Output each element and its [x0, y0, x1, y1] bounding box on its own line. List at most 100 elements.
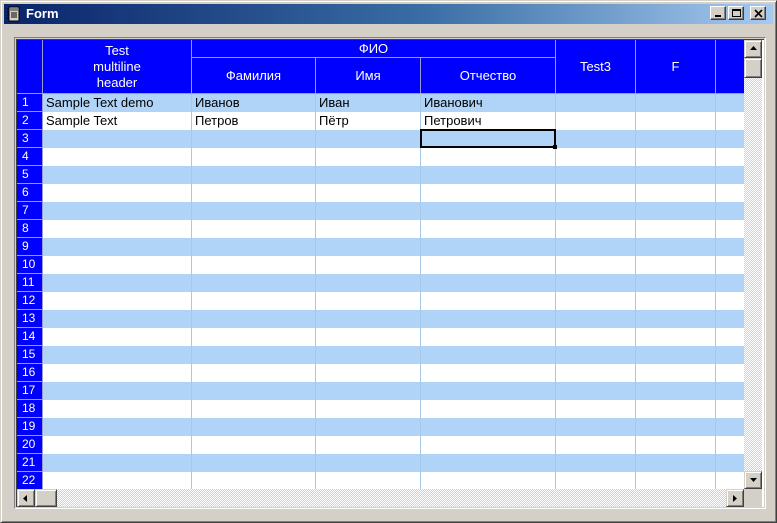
- table-cell[interactable]: [716, 184, 744, 202]
- table-cell[interactable]: Петрович: [421, 112, 556, 130]
- table-cell[interactable]: [316, 130, 421, 148]
- scroll-left-button[interactable]: [17, 489, 35, 507]
- table-cell[interactable]: [716, 274, 744, 292]
- table-cell[interactable]: [192, 454, 316, 472]
- table-cell[interactable]: Иван: [316, 94, 421, 112]
- table-cell[interactable]: [43, 472, 192, 489]
- row-number[interactable]: 21: [17, 454, 43, 472]
- table-cell[interactable]: [316, 184, 421, 202]
- table-cell[interactable]: [192, 130, 316, 148]
- table-cell[interactable]: [421, 454, 556, 472]
- table-cell[interactable]: [716, 310, 744, 328]
- header-imya[interactable]: Имя: [316, 58, 421, 94]
- table-cell[interactable]: [556, 274, 636, 292]
- horizontal-scrollbar[interactable]: [17, 489, 744, 507]
- table-cell[interactable]: [43, 202, 192, 220]
- table-cell[interactable]: [316, 418, 421, 436]
- table-cell[interactable]: [636, 238, 716, 256]
- table-cell[interactable]: [421, 220, 556, 238]
- table-cell[interactable]: [636, 94, 716, 112]
- header-familia[interactable]: Фамилия: [192, 58, 316, 94]
- table-cell[interactable]: [192, 472, 316, 489]
- table-cell[interactable]: [43, 292, 192, 310]
- table-cell[interactable]: [556, 202, 636, 220]
- header-group-fio[interactable]: ФИО: [192, 40, 556, 58]
- table-cell[interactable]: [192, 292, 316, 310]
- table-cell[interactable]: [43, 328, 192, 346]
- table-cell[interactable]: [716, 454, 744, 472]
- table-cell[interactable]: [556, 436, 636, 454]
- table-cell[interactable]: [636, 382, 716, 400]
- table-cell[interactable]: [43, 148, 192, 166]
- table-cell[interactable]: [316, 166, 421, 184]
- table-cell[interactable]: [421, 346, 556, 364]
- table-cell[interactable]: [636, 274, 716, 292]
- table-cell[interactable]: [556, 256, 636, 274]
- table-cell[interactable]: [556, 346, 636, 364]
- table-cell[interactable]: [556, 328, 636, 346]
- table-cell[interactable]: [316, 274, 421, 292]
- table-cell[interactable]: [556, 220, 636, 238]
- table-cell[interactable]: [421, 274, 556, 292]
- row-number[interactable]: 22: [17, 472, 43, 489]
- table-cell[interactable]: [421, 166, 556, 184]
- table-cell[interactable]: [421, 202, 556, 220]
- table-cell[interactable]: [192, 346, 316, 364]
- table-cell[interactable]: [636, 220, 716, 238]
- table-cell[interactable]: [316, 400, 421, 418]
- row-number[interactable]: 15: [17, 346, 43, 364]
- table-cell[interactable]: [421, 148, 556, 166]
- table-cell[interactable]: Петров: [192, 112, 316, 130]
- table-cell[interactable]: [421, 382, 556, 400]
- row-number[interactable]: 16: [17, 364, 43, 382]
- table-cell[interactable]: [43, 346, 192, 364]
- table-cell[interactable]: [716, 112, 744, 130]
- table-cell[interactable]: [716, 220, 744, 238]
- table-cell[interactable]: [192, 418, 316, 436]
- vertical-scrollbar[interactable]: [744, 40, 762, 489]
- table-cell[interactable]: [192, 328, 316, 346]
- table-cell[interactable]: [636, 256, 716, 274]
- table-cell[interactable]: [43, 400, 192, 418]
- table-cell[interactable]: [636, 292, 716, 310]
- table-cell[interactable]: [316, 454, 421, 472]
- table-cell[interactable]: [636, 472, 716, 489]
- table-cell[interactable]: [43, 184, 192, 202]
- row-number[interactable]: 5: [17, 166, 43, 184]
- table-cell[interactable]: [43, 310, 192, 328]
- row-number[interactable]: 10: [17, 256, 43, 274]
- table-cell[interactable]: [421, 364, 556, 382]
- table-cell[interactable]: [192, 274, 316, 292]
- header-test3[interactable]: Test3: [556, 40, 636, 94]
- vertical-scroll-thumb[interactable]: [744, 58, 762, 78]
- table-cell[interactable]: Иванов: [192, 94, 316, 112]
- close-button[interactable]: [750, 6, 766, 20]
- scroll-up-button[interactable]: [744, 40, 762, 58]
- table-cell[interactable]: Sample Text demo: [43, 94, 192, 112]
- table-cell[interactable]: [421, 238, 556, 256]
- table-cell[interactable]: [43, 418, 192, 436]
- table-cell[interactable]: [43, 130, 192, 148]
- table-cell[interactable]: [636, 112, 716, 130]
- table-cell[interactable]: [192, 364, 316, 382]
- row-number[interactable]: 7: [17, 202, 43, 220]
- table-cell[interactable]: [556, 292, 636, 310]
- table-cell[interactable]: [716, 346, 744, 364]
- table-cell[interactable]: [421, 256, 556, 274]
- row-number[interactable]: 11: [17, 274, 43, 292]
- table-cell[interactable]: [43, 436, 192, 454]
- table-cell[interactable]: [636, 166, 716, 184]
- row-number[interactable]: 6: [17, 184, 43, 202]
- table-cell[interactable]: [192, 166, 316, 184]
- table-cell[interactable]: [421, 418, 556, 436]
- title-bar[interactable]: Form: [4, 4, 773, 24]
- scroll-down-button[interactable]: [744, 471, 762, 489]
- table-cell[interactable]: [716, 382, 744, 400]
- table-cell[interactable]: [716, 256, 744, 274]
- table-cell[interactable]: [192, 238, 316, 256]
- table-cell[interactable]: [421, 292, 556, 310]
- table-cell[interactable]: [636, 310, 716, 328]
- header-f[interactable]: F: [636, 40, 716, 94]
- table-cell[interactable]: [556, 472, 636, 489]
- table-cell[interactable]: [316, 382, 421, 400]
